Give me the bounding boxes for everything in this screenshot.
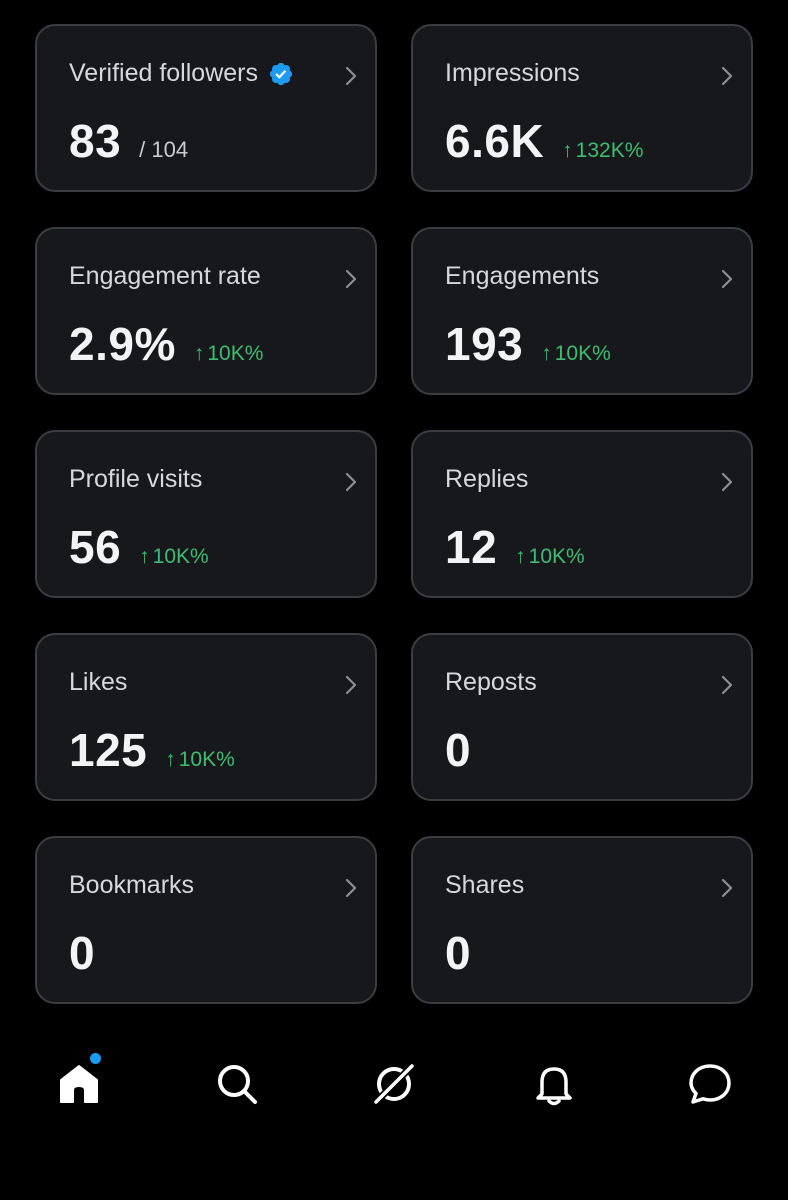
card-title: Likes bbox=[69, 668, 127, 697]
metric-value: 0 bbox=[445, 724, 472, 776]
metric-value: 6.6K bbox=[445, 115, 545, 167]
metric-change-value: 132K% bbox=[575, 139, 644, 162]
metric-change: ↑ 10K% bbox=[165, 748, 235, 772]
chevron-right-icon bbox=[721, 66, 733, 86]
nav-home[interactable] bbox=[55, 1060, 103, 1108]
metric-value: 12 bbox=[445, 521, 498, 573]
home-icon bbox=[60, 1065, 98, 1103]
metric-change: ↑ 10K% bbox=[541, 342, 611, 366]
card-title: Engagement rate bbox=[69, 262, 261, 291]
value-row: 125 ↑ 10K% bbox=[69, 723, 235, 777]
card-engagement-rate[interactable]: Engagement rate 2.9% ↑ 10K% bbox=[35, 227, 377, 395]
card-title-label: Shares bbox=[445, 871, 525, 899]
metric-value: 2.9% bbox=[69, 318, 176, 370]
metric-change: ↑ 10K% bbox=[194, 342, 264, 366]
metric-total: / 104 bbox=[139, 137, 189, 162]
value-row: 193 ↑ 10K% bbox=[445, 317, 611, 371]
card-bookmarks[interactable]: Bookmarks 0 bbox=[35, 836, 377, 1004]
value-row: 2.9% ↑ 10K% bbox=[69, 317, 263, 371]
arrow-up-icon: ↑ bbox=[165, 748, 176, 771]
card-title: Engagements bbox=[445, 262, 599, 291]
card-title: Verified followers bbox=[69, 59, 294, 88]
card-title: Replies bbox=[445, 465, 528, 494]
metric-value: 0 bbox=[69, 927, 96, 979]
chevron-right-icon bbox=[345, 675, 357, 695]
card-title-label: Impressions bbox=[445, 59, 580, 87]
grok-icon bbox=[372, 1062, 416, 1106]
card-title-label: Profile visits bbox=[69, 465, 203, 493]
card-replies[interactable]: Replies 12 ↑ 10K% bbox=[411, 430, 753, 598]
metric-change: ↑ 10K% bbox=[139, 545, 209, 569]
arrow-up-icon: ↑ bbox=[541, 342, 552, 365]
value-row: 0 bbox=[69, 926, 95, 980]
metric-change-value: 10K% bbox=[528, 545, 585, 568]
metric-change-value: 10K% bbox=[152, 545, 209, 568]
value-row: 0 bbox=[445, 723, 471, 777]
card-shares[interactable]: Shares 0 bbox=[411, 836, 753, 1004]
metric-value: 83 bbox=[69, 115, 122, 167]
metric-value: 125 bbox=[69, 724, 148, 776]
value-row: 56 ↑ 10K% bbox=[69, 520, 209, 574]
metric-change: ↑ 10K% bbox=[515, 545, 585, 569]
search-icon bbox=[218, 1065, 257, 1104]
chevron-right-icon bbox=[345, 472, 357, 492]
card-reposts[interactable]: Reposts 0 bbox=[411, 633, 753, 801]
value-row: 12 ↑ 10K% bbox=[445, 520, 585, 574]
card-likes[interactable]: Likes 125 ↑ 10K% bbox=[35, 633, 377, 801]
chevron-right-icon bbox=[345, 269, 357, 289]
value-row: 0 bbox=[445, 926, 471, 980]
bottom-navigation bbox=[0, 1040, 788, 1130]
verified-badge-icon bbox=[269, 62, 293, 85]
card-title-label: Likes bbox=[69, 668, 128, 696]
nav-grok[interactable] bbox=[370, 1060, 418, 1108]
metric-change-value: 10K% bbox=[554, 342, 611, 365]
card-verified-followers[interactable]: Verified followers 83 / 104 bbox=[35, 24, 377, 192]
chevron-right-icon bbox=[721, 878, 733, 898]
notifications-icon bbox=[536, 1067, 572, 1106]
chevron-right-icon bbox=[721, 269, 733, 289]
messages-icon bbox=[689, 1064, 731, 1104]
chevron-right-icon bbox=[345, 66, 357, 86]
metric-value: 56 bbox=[69, 521, 122, 573]
card-title-label: Reposts bbox=[445, 668, 537, 696]
card-title: Profile visits bbox=[69, 465, 202, 494]
metric-change-value: 10K% bbox=[178, 748, 235, 771]
metric-value: 0 bbox=[445, 927, 472, 979]
card-title: Shares bbox=[445, 871, 524, 900]
card-title-label: Engagements bbox=[445, 262, 600, 290]
nav-search[interactable] bbox=[213, 1060, 261, 1108]
card-title-label: Verified followers bbox=[69, 59, 258, 87]
metric-value: 193 bbox=[445, 318, 524, 370]
card-title: Impressions bbox=[445, 59, 580, 88]
card-impressions[interactable]: Impressions 6.6K ↑ 132K% bbox=[411, 24, 753, 192]
card-title-label: Bookmarks bbox=[69, 871, 195, 899]
card-title-label: Engagement rate bbox=[69, 262, 261, 290]
card-title: Reposts bbox=[445, 668, 537, 697]
chevron-right-icon bbox=[721, 472, 733, 492]
chevron-right-icon bbox=[345, 878, 357, 898]
analytics-grid: Verified followers 83 / 104 Impressions … bbox=[35, 24, 753, 1004]
arrow-up-icon: ↑ bbox=[515, 545, 526, 568]
nav-messages[interactable] bbox=[686, 1060, 734, 1108]
arrow-up-icon: ↑ bbox=[562, 139, 573, 162]
metric-change: ↑ 132K% bbox=[562, 139, 643, 163]
card-engagements[interactable]: Engagements 193 ↑ 10K% bbox=[411, 227, 753, 395]
card-profile-visits[interactable]: Profile visits 56 ↑ 10K% bbox=[35, 430, 377, 598]
card-title: Bookmarks bbox=[69, 871, 194, 900]
arrow-up-icon: ↑ bbox=[139, 545, 150, 568]
nav-notifications[interactable] bbox=[530, 1060, 578, 1108]
value-row: 6.6K ↑ 132K% bbox=[445, 114, 643, 168]
arrow-up-icon: ↑ bbox=[193, 342, 205, 365]
value-row: 83 / 104 bbox=[69, 114, 188, 168]
card-title-label: Replies bbox=[445, 465, 529, 493]
home-notification-dot bbox=[90, 1053, 101, 1064]
metric-change-value: 10K% bbox=[207, 342, 264, 365]
chevron-right-icon bbox=[721, 675, 733, 695]
